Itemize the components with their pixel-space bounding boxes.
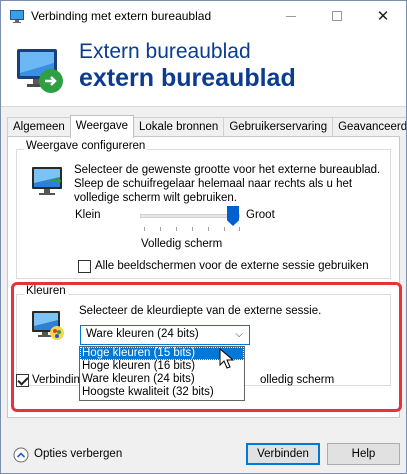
tab-weergave[interactable]: Weergave [69, 115, 135, 138]
connect-button[interactable]: Verbinden [246, 443, 320, 465]
tab-lokale-bronnen[interactable]: Lokale bronnen [133, 117, 225, 137]
tab-geavanceerd[interactable]: Geavanceerd [332, 117, 406, 137]
hide-options-link[interactable]: Opties verbergen [34, 448, 122, 460]
title-bar: Verbinding met extern bureaublad ✕ [1, 1, 406, 31]
minimize-icon [286, 15, 296, 17]
collapse-options-icon[interactable] [13, 447, 29, 463]
slider-ticks [144, 227, 240, 233]
display-size-slider-track[interactable] [140, 214, 240, 218]
window-title: Verbinding met extern bureaublad [31, 9, 212, 23]
dropdown-option[interactable]: Ware kleuren (24 bits) [80, 373, 244, 386]
display-config-description-line2: Sleep de schuifregelaar helemaal naar re… [74, 178, 353, 190]
all-monitors-label: Alle beeldschermen voor de externe sessi… [95, 260, 369, 272]
tab-algemeen[interactable]: Algemeen [7, 117, 71, 137]
close-icon: ✕ [376, 6, 390, 25]
display-config-description: Selecteer de gewenste grootte voor het e… [74, 163, 380, 205]
slider-min-label: Klein [75, 209, 101, 221]
display-config-legend: Weergave configureren [24, 140, 148, 152]
banner-title-line1: Extern bureaublad [79, 40, 251, 63]
all-monitors-checkbox[interactable] [78, 260, 91, 273]
header-banner: Extern bureaublad extern bureaublad [1, 31, 406, 107]
tab-gebruikerservaring[interactable]: Gebruikerservaring [223, 117, 334, 137]
remote-desktop-logo-icon [17, 49, 63, 93]
slider-max-label: Groot [246, 209, 275, 221]
remote-desktop-icon [10, 10, 24, 23]
minimize-button[interactable] [268, 1, 314, 31]
maximize-button[interactable] [314, 1, 360, 31]
mouse-pointer-icon [219, 348, 235, 369]
display-config-description-line3: volledige scherm wilt gebruiken. [74, 192, 237, 204]
dropdown-option[interactable]: Hoogste kwaliteit (32 bits) [80, 386, 244, 399]
help-button[interactable]: Help [327, 443, 400, 465]
close-button[interactable]: ✕ [360, 1, 406, 31]
tab-strip: Algemeen Weergave Lokale bronnen Gebruik… [7, 115, 406, 138]
rdp-window: Verbinding met extern bureaublad ✕ Exter… [0, 0, 407, 474]
display-config-description-line1: Selecteer de gewenste grootte voor het e… [74, 164, 381, 176]
monitor-size-icon [32, 167, 62, 195]
banner-title-line2: extern bureaublad [79, 64, 296, 92]
slider-value-label: Volledig scherm [141, 238, 223, 250]
maximize-icon [332, 11, 342, 21]
